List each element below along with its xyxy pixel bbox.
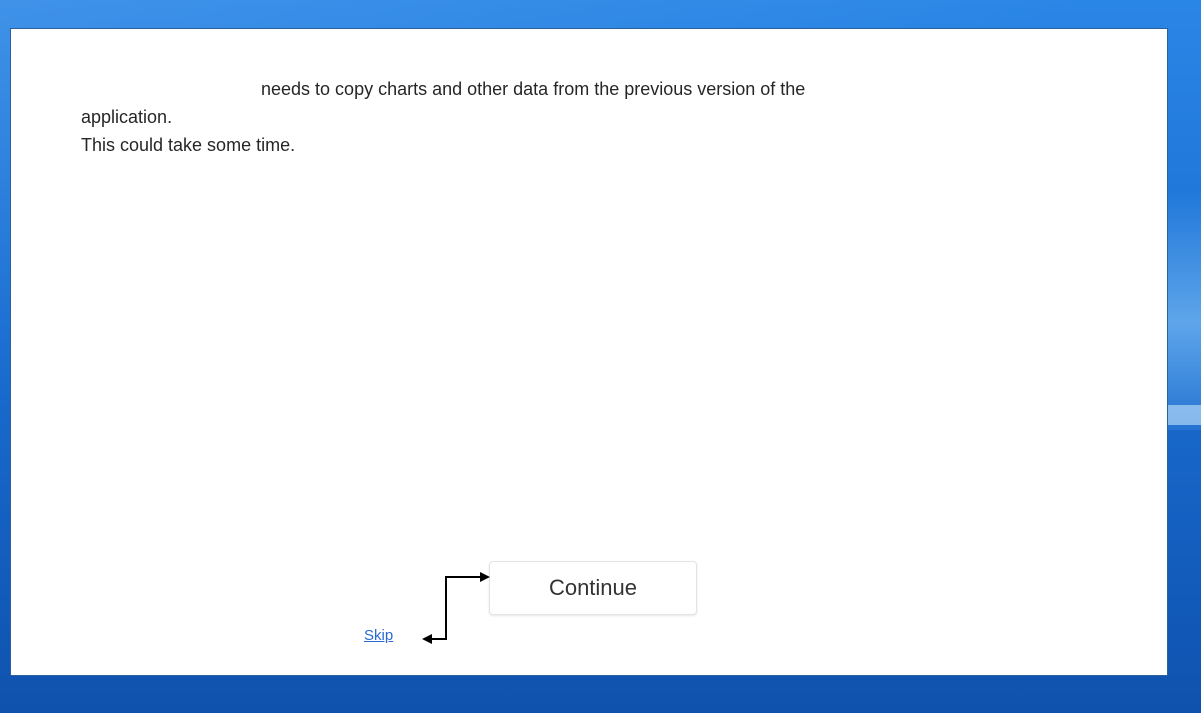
message-line-2: application. <box>81 107 173 127</box>
message-line-3: This could take some time. <box>81 135 296 155</box>
migration-dialog: needs to copy charts and other data from… <box>10 28 1168 676</box>
skip-link[interactable]: Skip <box>364 627 393 644</box>
continue-button[interactable]: Continue <box>489 561 697 615</box>
message-line-1: needs to copy charts and other data from… <box>261 79 806 99</box>
migration-message: needs to copy charts and other data from… <box>81 75 1001 159</box>
bidirectional-elbow-arrow-icon <box>422 572 490 644</box>
